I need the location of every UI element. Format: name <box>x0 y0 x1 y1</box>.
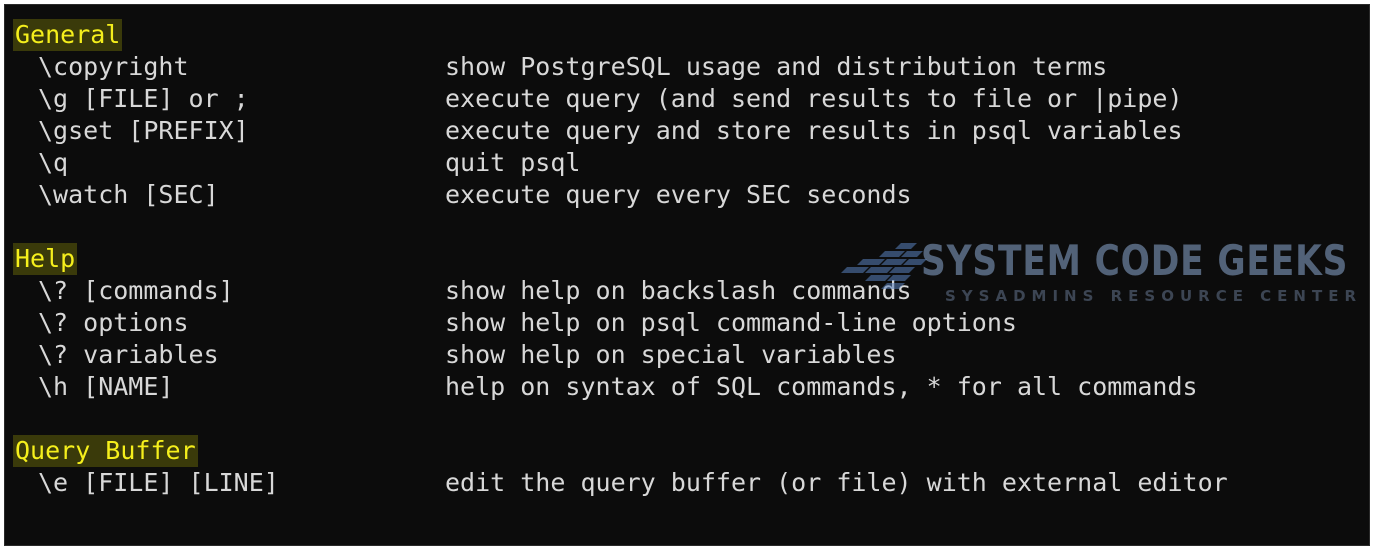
section-header-help: Help <box>13 243 1369 275</box>
command-text: \gset [PREFIX] <box>38 116 249 145</box>
command-text: \? options <box>38 308 189 337</box>
section-title: General <box>13 19 123 51</box>
help-row: \h [NAME] help on syntax of SQL commands… <box>13 371 1369 403</box>
help-row: \? variables show help on special variab… <box>13 339 1369 371</box>
command-text: \? variables <box>38 340 219 369</box>
command-description: execute query and store results in psql … <box>445 116 1183 145</box>
command-text: \g [FILE] or ; <box>38 84 249 113</box>
section-header-general: General <box>13 19 1369 51</box>
command-description: show help on psql command-line options <box>445 308 1017 337</box>
command-description: execute query (and send results to file … <box>445 84 1183 113</box>
command-text: \copyright <box>38 52 189 81</box>
command-description: show PostgreSQL usage and distribution t… <box>445 52 1108 81</box>
command-description: help on syntax of SQL commands, * for al… <box>445 372 1198 401</box>
psql-help-output: General \copyright show PostgreSQL usage… <box>13 19 1369 499</box>
help-row: \q quit psql <box>13 147 1369 179</box>
section-title: Help <box>13 243 78 275</box>
command-text: \watch [SEC] <box>38 180 219 209</box>
command-description: show help on special variables <box>445 340 897 369</box>
help-row: \e [FILE] [LINE] edit the query buffer (… <box>13 467 1369 499</box>
command-text: \? [commands] <box>38 276 234 305</box>
help-row: \watch [SEC] execute query every SEC sec… <box>13 179 1369 211</box>
help-row: \copyright show PostgreSQL usage and dis… <box>13 51 1369 83</box>
help-row: \g [FILE] or ; execute query (and send r… <box>13 83 1369 115</box>
screenshot-frame: General \copyright show PostgreSQL usage… <box>0 0 1374 546</box>
help-row: \? options show help on psql command-lin… <box>13 307 1369 339</box>
help-row: \gset [PREFIX] execute query and store r… <box>13 115 1369 147</box>
command-text: \q <box>38 148 69 177</box>
help-row: \? [commands] show help on backslash com… <box>13 275 1369 307</box>
command-text: \h [NAME] <box>38 372 174 401</box>
section-title: Query Buffer <box>13 435 198 467</box>
command-description: quit psql <box>445 148 581 177</box>
terminal-window[interactable]: General \copyright show PostgreSQL usage… <box>4 4 1370 546</box>
command-description: execute query every SEC seconds <box>445 180 912 209</box>
command-description: show help on backslash commands <box>445 276 912 305</box>
section-header-query-buffer: Query Buffer <box>13 435 1369 467</box>
command-text: \e [FILE] [LINE] <box>38 468 279 497</box>
command-description: edit the query buffer (or file) with ext… <box>445 468 1228 497</box>
